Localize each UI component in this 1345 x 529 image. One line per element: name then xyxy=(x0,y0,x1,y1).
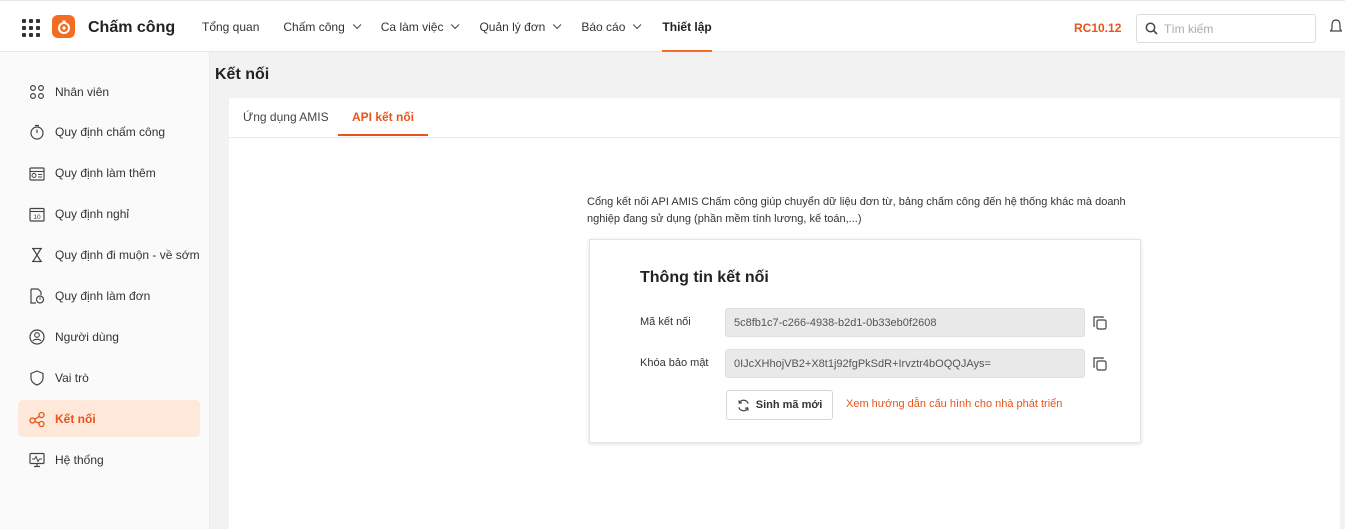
card-title: Thông tin kết nối xyxy=(640,269,769,286)
share-icon xyxy=(28,410,46,428)
monitor-icon xyxy=(28,451,46,469)
sidebar-item-overtime-rules[interactable]: Quy định làm thêm xyxy=(18,154,200,191)
chevron-down-icon xyxy=(352,20,362,30)
sidebar-item-late-early-rules[interactable]: Quy định đi muộn - về sớm xyxy=(18,236,200,273)
connection-code-label: Mã kết nối xyxy=(640,316,691,328)
sidebar-item-roles[interactable]: Vai trò xyxy=(18,359,200,396)
secret-key-label: Khóa bảo mật xyxy=(640,357,709,369)
sidebar-item-system[interactable]: Hệ thống xyxy=(18,441,200,478)
search-input[interactable] xyxy=(1164,21,1304,36)
sidebar-item-request-rules[interactable]: Quy định làm đơn xyxy=(18,277,200,314)
sidebar-item-users[interactable]: Người dùng xyxy=(18,318,200,355)
content-panel: Ứng dụng AMIS API kết nối Cổng kết nối A… xyxy=(229,98,1340,529)
nav-item-reports[interactable]: Báo cáo xyxy=(581,1,642,53)
shield-icon xyxy=(28,369,46,387)
description-text: Cổng kết nối API AMIS Chấm công giúp chu… xyxy=(587,196,1126,225)
app-logo xyxy=(52,15,75,38)
refresh-icon xyxy=(738,399,749,411)
sidebar-item-label: Quy định đi muộn - về sớm xyxy=(55,247,200,262)
bell-icon[interactable] xyxy=(1330,19,1342,35)
nav-item-timekeeping[interactable]: Chấm công xyxy=(283,1,362,53)
app-brand: Chấm công xyxy=(88,19,176,36)
sidebar-item-label: Quy định nghỉ xyxy=(55,206,130,221)
chevron-down-icon xyxy=(553,20,562,30)
logo-icon xyxy=(57,20,70,34)
hourglass-icon xyxy=(28,246,46,264)
top-bar: Chấm công Tổng quan Chấm công Ca làm việ… xyxy=(0,0,1345,53)
svg-text:10: 10 xyxy=(33,214,41,221)
nav-label: Ca làm việc xyxy=(380,20,444,34)
generate-new-code-button[interactable]: Sinh mã mới xyxy=(726,390,833,420)
connection-info-card: Thông tin kết nối Mã kết nối 5c8fb1c7-c2… xyxy=(589,239,1141,443)
version-label: RC10.12 xyxy=(1074,21,1122,35)
page-title: Kết nối xyxy=(215,66,270,83)
nav-label: Thiết lập xyxy=(662,20,712,34)
sidebar-item-label: Quy định chấm công xyxy=(55,124,166,139)
nav-item-shifts[interactable]: Ca làm việc xyxy=(380,1,460,53)
copy-icon[interactable] xyxy=(1092,315,1108,331)
tab-amis-apps[interactable]: Ứng dụng AMIS xyxy=(243,110,329,134)
nav-label: Tổng quan xyxy=(202,20,260,34)
sidebar-item-label: Hệ thống xyxy=(55,452,104,467)
nav-label: Báo cáo xyxy=(581,20,626,34)
document-icon xyxy=(28,287,46,305)
tab-bar: Ứng dụng AMIS API kết nối xyxy=(229,98,1340,138)
chevron-down-icon xyxy=(451,20,460,30)
sidebar: Nhân viên Quy định chấm công Quy định là… xyxy=(0,52,210,529)
overtime-icon xyxy=(28,164,46,182)
generate-button-label: Sinh mã mới xyxy=(755,399,823,411)
main-nav: Tổng quan Chấm công Ca làm việc Quản lý … xyxy=(202,1,713,53)
chevron-down-icon xyxy=(633,20,642,30)
sidebar-item-leave-rules[interactable]: 10 Quy định nghỉ xyxy=(18,195,200,232)
stopwatch-icon xyxy=(28,123,46,141)
copy-icon[interactable] xyxy=(1092,356,1108,372)
user-circle-icon xyxy=(28,328,46,346)
sidebar-item-label: Vai trò xyxy=(55,370,89,385)
nav-item-settings[interactable]: Thiết lập xyxy=(662,1,713,53)
secret-key-field[interactable]: 0IJcXHhojVB2+X8t1j92fgPkSdR+Irvztr4bOQQJ… xyxy=(725,349,1085,378)
developer-guide-link[interactable]: Xem hướng dẫn cấu hình cho nhà phát triể… xyxy=(846,398,1062,410)
sidebar-item-label: Nhân viên xyxy=(55,84,110,99)
sidebar-item-label: Quy định làm thêm xyxy=(55,165,156,180)
search-icon xyxy=(1145,22,1158,35)
nav-item-requests[interactable]: Quản lý đơn xyxy=(479,1,562,53)
people-icon xyxy=(28,83,46,101)
sidebar-item-label: Quy định làm đơn xyxy=(55,288,151,303)
app-grid-icon[interactable] xyxy=(22,19,40,37)
calendar-icon: 10 xyxy=(28,205,46,223)
nav-label: Quản lý đơn xyxy=(479,20,546,34)
connection-code-field[interactable]: 5c8fb1c7-c266-4938-b2d1-0b33eb0f2608 xyxy=(725,308,1085,337)
sidebar-item-employees[interactable]: Nhân viên xyxy=(18,73,200,110)
tab-api-connection[interactable]: API kết nối xyxy=(338,110,429,136)
main-content: Kết nối Ứng dụng AMIS API kết nối Cổng k… xyxy=(210,52,1345,529)
sidebar-item-label: Người dùng xyxy=(55,329,119,344)
nav-label: Chấm công xyxy=(283,20,345,34)
sidebar-item-label: Kết nối xyxy=(55,411,96,426)
sidebar-item-timekeeping-rules[interactable]: Quy định chấm công xyxy=(18,113,200,150)
nav-item-overview[interactable]: Tổng quan xyxy=(202,1,259,53)
search-box[interactable] xyxy=(1136,14,1316,43)
sidebar-item-connection[interactable]: Kết nối xyxy=(18,400,200,437)
